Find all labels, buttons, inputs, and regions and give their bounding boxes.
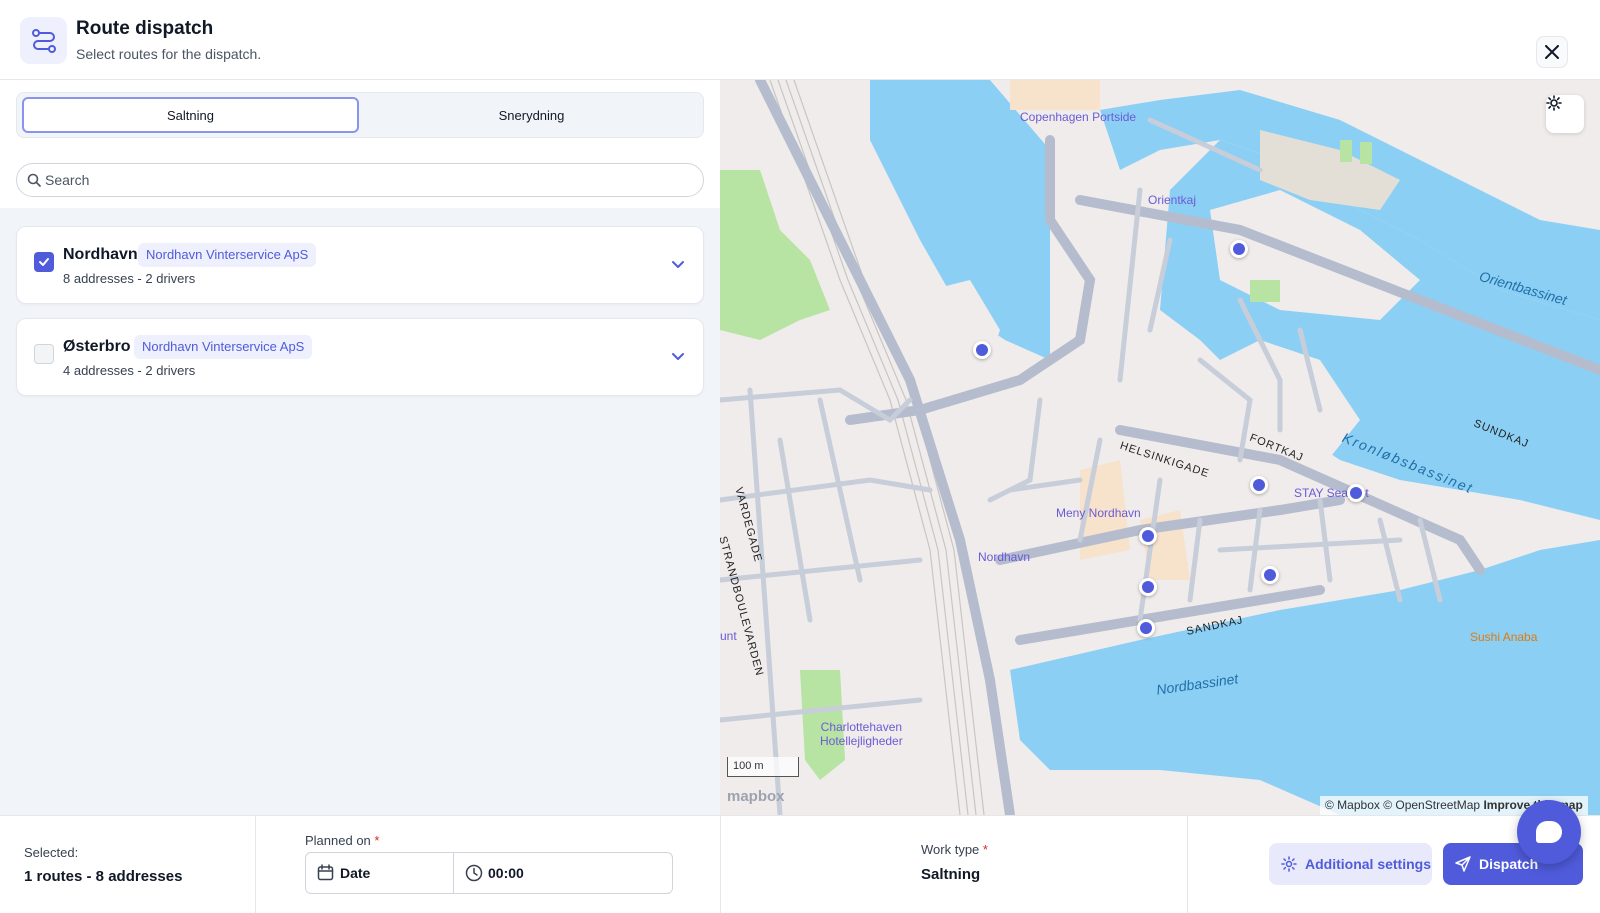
date-label: Date: [340, 865, 371, 881]
map-poi-partial: unt: [720, 629, 737, 643]
selected-summary: Selected: 1 routes - 8 addresses: [0, 816, 256, 913]
map-poi-nordhavn-station: Nordhavn: [978, 550, 1031, 564]
search-box: [16, 163, 704, 197]
route-stop-pin[interactable]: [1230, 240, 1248, 258]
work-type-value: Saltning: [921, 866, 981, 883]
tab-snerydning[interactable]: Snerydning: [363, 97, 700, 133]
route-stop-pin[interactable]: [1139, 527, 1157, 545]
datetime-picker: Date 00:00: [305, 852, 673, 894]
route-dispatch-modal: Route dispatch Select routes for the dis…: [0, 0, 1600, 913]
route-stop-pin[interactable]: [1137, 619, 1155, 637]
map-poi-meny: Meny Nordhavn: [1056, 506, 1141, 520]
route-checkbox-nordhavn[interactable]: [34, 252, 54, 272]
map-poi-charlottehaven: Charlottehaven Hotellejligheder: [820, 720, 903, 748]
additional-settings-button[interactable]: Additional settings: [1269, 843, 1432, 885]
search-icon: [27, 173, 41, 187]
route-card-nordhavn[interactable]: Nordhavn Nordhavn Vinterservice ApS 8 ad…: [16, 226, 704, 304]
mapbox-logo: mapbox: [727, 788, 785, 805]
chat-support-button[interactable]: [1517, 800, 1581, 864]
clock-icon: [465, 864, 483, 882]
chat-icon: [1536, 821, 1562, 843]
work-type-text: Work type: [921, 842, 980, 857]
route-card-osterbro[interactable]: Østerbro Nordhavn Vinterservice ApS 4 ad…: [16, 318, 704, 396]
date-field[interactable]: Date: [306, 853, 454, 893]
chevron-down-icon[interactable]: [671, 257, 685, 271]
check-icon: [39, 258, 49, 266]
map-poi-orientkaj: Orientkaj: [1148, 193, 1197, 207]
close-button[interactable]: [1536, 36, 1568, 68]
route-meta: 4 addresses - 2 drivers: [63, 363, 196, 378]
page-subtitle: Select routes for the dispatch.: [76, 46, 262, 62]
time-field[interactable]: 00:00: [454, 853, 672, 893]
required-mark: *: [982, 842, 988, 857]
planned-on-label: Planned on *: [305, 833, 379, 848]
modal-header: Route dispatch Select routes for the dis…: [0, 0, 1600, 80]
calendar-icon: [317, 864, 334, 881]
dispatch-footer: Selected: 1 routes - 8 addresses Planned…: [0, 815, 1600, 913]
work-type-section: [721, 816, 1188, 913]
sun-icon: [1546, 95, 1562, 111]
attribution-text: © Mapbox © OpenStreetMap: [1325, 798, 1481, 812]
selected-value: 1 routes - 8 addresses: [24, 868, 183, 885]
tab-saltning[interactable]: Saltning: [22, 97, 359, 133]
route-list-panel: Saltning Snerydning Nordhavn Nordhavn Vi…: [0, 80, 720, 815]
map-poi-portside: Copenhagen Portside: [1020, 110, 1137, 124]
company-badge: Nordhavn Vinterservice ApS: [138, 243, 317, 267]
route-name: Nordhavn: [63, 246, 138, 263]
route-icon: [20, 17, 67, 64]
planned-on-text: Planned on: [305, 833, 371, 848]
map-scale: 100 m: [727, 757, 799, 777]
route-stop-pin[interactable]: [1261, 566, 1279, 584]
map-poi-sushi: Sushi Anaba: [1470, 630, 1538, 644]
gear-icon: [1281, 856, 1297, 872]
chevron-down-icon[interactable]: [671, 349, 685, 363]
route-stop-pin[interactable]: [1250, 476, 1268, 494]
company-badge: Nordhavn Vinterservice ApS: [134, 335, 313, 359]
work-type-label: Work type *: [921, 842, 988, 857]
route-meta: 8 addresses - 2 drivers: [63, 271, 196, 286]
close-icon: [1545, 45, 1559, 59]
dispatch-label: Dispatch: [1479, 856, 1539, 872]
required-mark: *: [374, 833, 380, 848]
route-checkbox-osterbro[interactable]: [34, 344, 54, 364]
route-name: Østerbro: [63, 338, 131, 355]
work-type-tabs: Saltning Snerydning: [16, 92, 704, 138]
selected-label: Selected:: [24, 845, 79, 860]
map-canvas: [720, 80, 1600, 815]
additional-settings-label: Additional settings: [1305, 856, 1431, 872]
time-value: 00:00: [488, 865, 524, 881]
map-style-toggle[interactable]: [1546, 95, 1584, 133]
route-stop-pin[interactable]: [973, 341, 991, 359]
route-stop-pin[interactable]: [1347, 484, 1365, 502]
search-input[interactable]: [45, 169, 685, 191]
route-stop-pin[interactable]: [1139, 578, 1157, 596]
filter-area: Saltning Snerydning: [0, 80, 720, 208]
send-icon: [1455, 856, 1471, 872]
page-title: Route dispatch: [76, 18, 214, 39]
route-map[interactable]: Copenhagen Portside Orientkaj Orientbass…: [720, 80, 1600, 815]
